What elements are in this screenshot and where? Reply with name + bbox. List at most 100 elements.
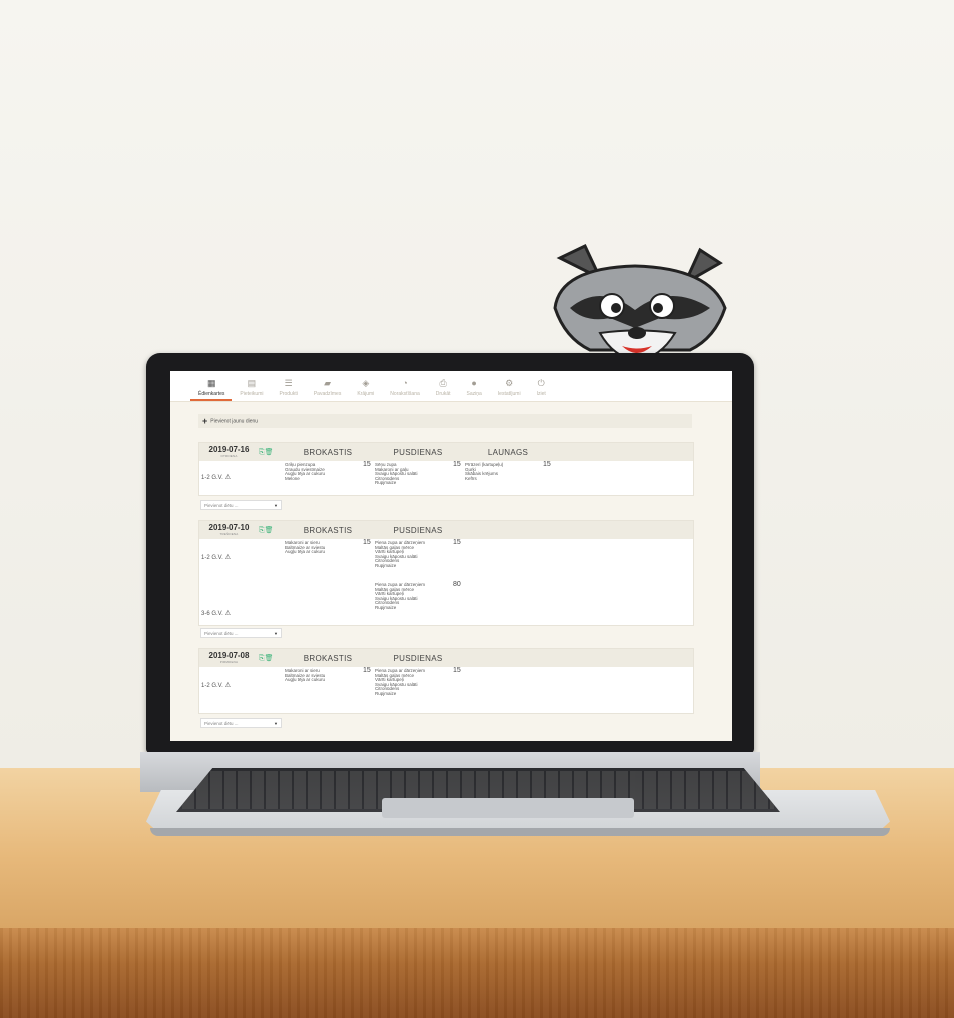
desk-front (0, 928, 954, 1018)
tab-iestatijumi[interactable]: ⚙ Iestatījumi (490, 371, 529, 401)
tab-label: Norakstīšana (390, 391, 420, 397)
food-item: Melone (285, 475, 300, 481)
day-date: 2019-07-10 TREŠDIENA (199, 523, 259, 537)
tab-norakstisana[interactable]: ◔ Norakstīšana (382, 371, 427, 401)
meal-cell[interactable]: Griķu pienzupa Graudu sviestmaize Augļu tē… (285, 461, 375, 481)
add-diet-select[interactable]: Pievienot diētu ... ▼ (200, 500, 282, 510)
group-row: 1-2 G.V. ⚠ Makaroni ar sieru Baltmaize ar … (199, 667, 693, 711)
power-icon: ⏻ (537, 378, 545, 388)
portion-count: 15 (543, 461, 551, 468)
add-day-button[interactable]: + Pievienot jaunu dienu (198, 414, 692, 428)
portion-count: 15 (363, 539, 371, 546)
food-item: Rupjmaize (375, 604, 397, 610)
group-label: 1-2 G.V. ⚠ (199, 463, 285, 493)
tab-drukat[interactable]: ⎙ Drukāt (428, 371, 459, 401)
truck-icon: ▰ (324, 378, 332, 388)
tag-icon: ◈ (362, 378, 370, 388)
group-label: 1-2 G.V. ⚠ (199, 541, 285, 575)
tab-label: Drukāt (435, 391, 451, 397)
group-text: 3-6 G.V. (201, 611, 223, 618)
list-icon: ☰ (284, 378, 293, 388)
trash-icon[interactable]: 🗑 (265, 527, 274, 534)
day-actions[interactable]: ⎘🗑 (259, 526, 281, 535)
meal-cell[interactable]: Piena zupa ar dārzeņiem Maltās gaļas mērc… (375, 539, 465, 569)
warning-icon: ⚠ (224, 681, 232, 689)
tab-label: Krājumi (357, 391, 375, 397)
tab-label: Iestatījumi (497, 391, 521, 397)
tab-label: Pavadzīmes (313, 391, 342, 397)
group-row: 3-6 G.V. ⚠ Piena zupa ar dārzeņiem Maltās … (199, 581, 693, 623)
portion-count: 15 (363, 667, 371, 674)
meal-cell[interactable]: Pīrāzeri (kartupeļu) Gurķi Skābais krējums… (465, 461, 555, 481)
document-icon: ▤ (247, 378, 257, 388)
tab-iziet[interactable]: ⏻ Iziet (529, 371, 554, 401)
day-actions[interactable]: ⎘🗑 (259, 654, 281, 663)
portion-count: 15 (453, 461, 461, 468)
raccoon-mascot-image (553, 243, 727, 362)
portion-count: 15 (363, 461, 371, 468)
meal-header: BROKASTIS (303, 525, 353, 535)
group-text: 1-2 G.V. (201, 682, 223, 689)
portion-count: 15 (453, 539, 461, 546)
weekday-text: TREŠDIENA (219, 532, 239, 536)
chevron-down-icon: ▼ (274, 721, 278, 726)
weekday-text: OTRDIENA (220, 454, 238, 458)
tab-krajumi[interactable]: ◈ Krājumi (349, 371, 382, 401)
meal-cell[interactable]: Piena zupa ar dārzeņiem Maltās gaļas mērc… (375, 667, 465, 697)
date-text: 2019-07-08 (208, 651, 250, 660)
chat-icon: ● (471, 378, 477, 388)
food-item: Rupjmaize (375, 690, 397, 696)
tab-pavadzimes[interactable]: ▰ Pavadzīmes (306, 371, 350, 401)
warning-icon: ⚠ (224, 610, 232, 618)
food-item: Rupjmaize (375, 562, 397, 568)
tab-sazina[interactable]: ● Saziņa (459, 371, 490, 401)
tab-pieteikumi[interactable]: ▤ Pieteikumi (232, 371, 271, 401)
group-row: 1-2 G.V. ⚠ Makaroni ar sieru Baltmaize ar … (199, 539, 693, 583)
date-text: 2019-07-16 (208, 445, 250, 454)
day-header: 2019-07-10 TREŠDIENA ⎘🗑 BROKASTIS PUSDIEN… (199, 521, 693, 539)
meal-header: BROKASTIS (303, 653, 353, 663)
plus-icon: + (202, 416, 208, 426)
date-text: 2019-07-10 (208, 523, 250, 532)
day-header: 2019-07-08 PIRMDIENA ⎘🗑 BROKASTIS PUSDIEN… (199, 649, 693, 667)
warning-icon: ⚠ (224, 473, 232, 481)
food-item: Rupjmaize (375, 480, 397, 486)
trash-icon[interactable]: 🗑 (265, 655, 274, 662)
select-value: Pievienot diētu ... (204, 503, 239, 508)
portion-count: 80 (453, 581, 461, 588)
day-actions[interactable]: ⎘🗑 (259, 448, 281, 457)
add-diet-select[interactable]: Pievienot diētu ... ▼ (200, 718, 282, 728)
calendar-icon: ▦ (206, 378, 216, 388)
meal-header: BROKASTIS (303, 447, 353, 457)
food-item: Kefīrs (465, 475, 477, 481)
group-text: 1-2 G.V. (201, 474, 223, 481)
add-diet-select[interactable]: Pievienot diētu ... ▼ (200, 628, 282, 638)
group-label: 1-2 G.V. ⚠ (199, 669, 285, 703)
tab-edienkartes[interactable]: ▦ Ēdienkartes (190, 371, 233, 401)
select-value: Pievienot diētu ... (204, 721, 239, 726)
day-date: 2019-07-16 OTRDIENA (199, 445, 259, 459)
group-row: 1-2 G.V. ⚠ Griķu pienzupa Graudu sviestmai… (199, 461, 693, 496)
day-card: 2019-07-16 OTRDIENA ⎘🗑 BROKASTIS PUSDIENA… (198, 442, 694, 496)
laptop-trackpad (382, 798, 634, 818)
meal-cell[interactable]: Piena zupa ar dārzeņiem Maltās gaļas mērc… (375, 581, 465, 611)
meal-cell[interactable]: Makaroni ar sieru Baltmaize ar sviestu Aug… (285, 539, 375, 555)
app-screen: ▦ Ēdienkartes ▤ Pieteikumi ☰ Produkti ▰ Pava… (170, 371, 732, 741)
meal-header: PUSDIENAS (393, 447, 443, 457)
tab-produkti[interactable]: ☰ Produkti (271, 371, 305, 401)
printer-icon: ⎙ (439, 378, 447, 388)
day-card: 2019-07-08 PIRMDIENA ⎘🗑 BROKASTIS PUSDIEN… (198, 648, 694, 714)
trash-icon[interactable]: 🗑 (265, 449, 274, 456)
meal-cell[interactable]: Sēņu zupa Makaroni ar gaļu Svaigu kāpostu … (375, 461, 465, 486)
tab-label: Iziet (536, 391, 546, 397)
food-item: Augļu tēja ar cukuru (285, 677, 326, 683)
day-card: 2019-07-10 TREŠDIENA ⎘🗑 BROKASTIS PUSDIEN… (198, 520, 694, 626)
weekday-text: PIRMDIENA (219, 660, 239, 664)
main-content: + Pievienot jaunu dienu 2019-07-16 OTRDIEN… (170, 402, 732, 741)
portion-count: 15 (453, 667, 461, 674)
meal-cell[interactable]: Makaroni ar sieru Baltmaize ar sviestu Aug… (285, 667, 375, 683)
select-value: Pievienot diētu ... (204, 631, 239, 636)
tab-label: Saziņa (466, 391, 482, 397)
tab-label: Pieteikumi (240, 391, 264, 397)
chevron-down-icon: ▼ (274, 503, 278, 508)
